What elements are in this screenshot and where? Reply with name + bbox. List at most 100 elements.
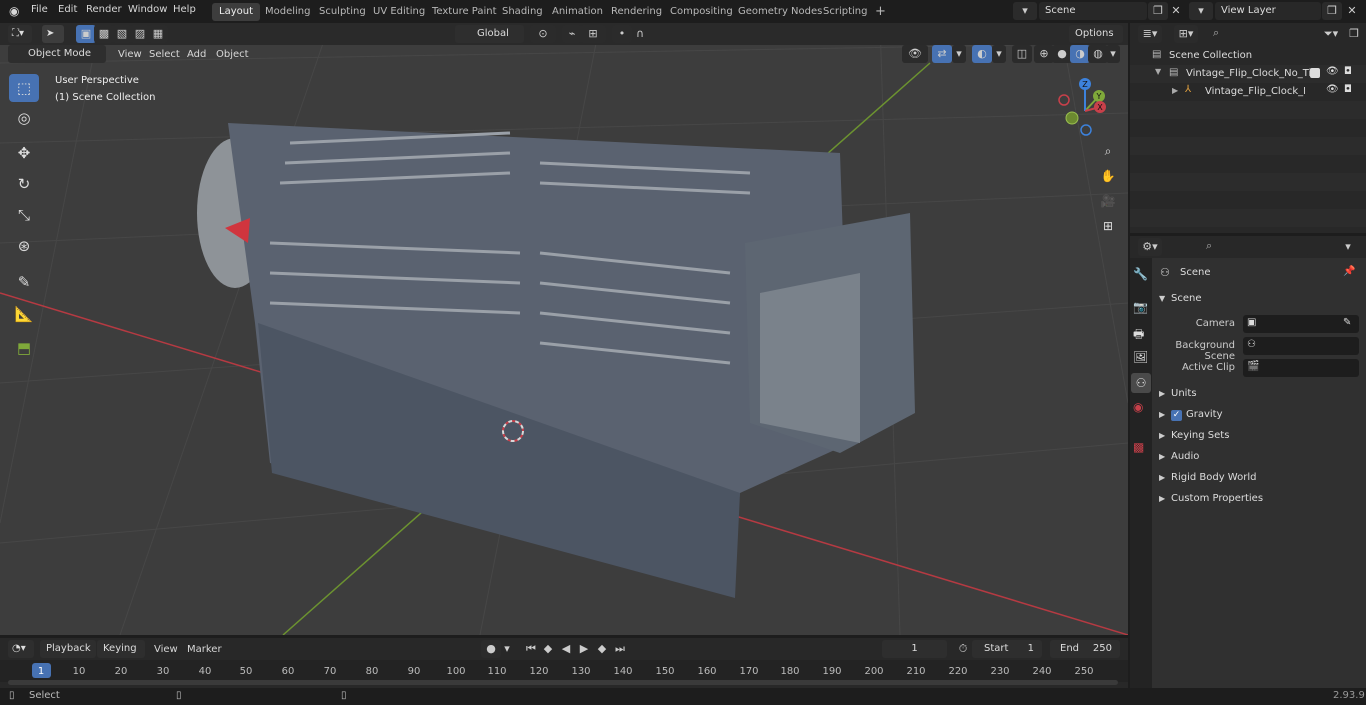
tool-scale-icon[interactable]: ⤡ — [9, 201, 39, 229]
keying-menu[interactable]: Keying — [97, 640, 145, 658]
pivot-point-icon[interactable]: ⊙ — [530, 25, 556, 43]
snap-target-icon[interactable]: ⊞ — [580, 25, 606, 43]
timeline-editor-type-icon[interactable]: ◔▾ — [8, 640, 34, 658]
timeline-menu-marker[interactable]: Marker — [187, 644, 222, 655]
tab-shading[interactable]: Shading — [495, 3, 550, 21]
play-icon[interactable]: ▶ — [574, 640, 594, 658]
editor-type-icon[interactable]: ⛶▾ — [8, 25, 32, 43]
outliner-item[interactable]: ▶ ⅄ Vintage_Flip_Clock_No_T 👁 ◘ — [1130, 83, 1366, 101]
current-frame-input[interactable]: 1 — [882, 640, 947, 658]
properties-editor-type-icon[interactable]: ⚙▾ — [1138, 238, 1162, 256]
panel-audio[interactable]: ▶ Audio — [1153, 447, 1366, 467]
properties-search-input[interactable] — [1198, 238, 1308, 256]
tool-rotate-icon[interactable]: ↻ — [9, 170, 39, 198]
record-icon[interactable]: ● — [481, 640, 501, 658]
shading-dropdown-icon[interactable]: ▾ — [1106, 45, 1120, 63]
tab-uv-editing[interactable]: UV Editing — [366, 3, 432, 21]
tab-sculpting[interactable]: Sculpting — [312, 3, 373, 21]
collapse-chevron-icon[interactable]: ▼ — [1155, 67, 1161, 76]
shading-rendered-icon[interactable]: ◍ — [1088, 45, 1108, 63]
tool-annotate-icon[interactable]: ✎ — [9, 268, 39, 296]
menu-help[interactable]: Help — [173, 4, 196, 15]
menu-edit[interactable]: Edit — [58, 4, 77, 15]
tool-transform-icon[interactable]: ⊛ — [9, 232, 39, 260]
outliner-root-row[interactable]: ▤ Scene Collection — [1130, 47, 1366, 65]
display-mode-icon[interactable]: ⊞▾ — [1174, 25, 1198, 43]
proportional-edit-icon[interactable]: • — [612, 25, 632, 43]
mode-subtract-icon[interactable]: ▧ — [112, 25, 132, 43]
active-clip-field[interactable]: 🎬 — [1243, 359, 1359, 377]
tab-geometry-nodes[interactable]: Geometry Nodes — [731, 3, 829, 21]
panel-units[interactable]: ▶ Units — [1153, 384, 1366, 404]
delete-view-layer-icon[interactable]: ✕ — [1342, 2, 1362, 20]
camera-render-icon[interactable]: ◘ — [1344, 84, 1352, 95]
gravity-checkbox[interactable]: ✓ — [1171, 410, 1182, 421]
gizmo-toggle-icon[interactable]: ⇄ — [932, 45, 952, 63]
view-layer-selector-icon[interactable]: ▾ — [1189, 2, 1213, 20]
select-tool-icon[interactable]: ➤ — [42, 25, 64, 43]
viewport-menu-object[interactable]: Object — [216, 49, 249, 60]
exclude-checkbox[interactable] — [1310, 68, 1320, 78]
visibility-icon[interactable]: 👁 — [902, 45, 928, 63]
panel-custom-properties[interactable]: ▶ Custom Properties — [1153, 489, 1366, 509]
xray-toggle-icon[interactable]: ◫ — [1012, 45, 1032, 63]
transform-orientation-select[interactable]: Global — [455, 25, 524, 43]
end-frame-field[interactable]: End 250 — [1050, 640, 1120, 658]
eyedropper-icon[interactable]: ✎ — [1343, 317, 1351, 328]
menu-window[interactable]: Window — [128, 4, 167, 15]
gizmo-dropdown-icon[interactable]: ▾ — [952, 45, 966, 63]
menu-render[interactable]: Render — [86, 4, 122, 15]
viewport-menu-view[interactable]: View — [118, 49, 142, 60]
eye-icon[interactable]: 👁 — [1326, 84, 1339, 95]
outliner-editor-type-icon[interactable]: ≣▾ — [1138, 25, 1162, 43]
view-layer-input[interactable]: View Layer — [1215, 2, 1321, 20]
scene-selector-icon[interactable]: ▾ — [1013, 2, 1037, 20]
tab-compositing[interactable]: Compositing — [663, 3, 740, 21]
tab-animation[interactable]: Animation — [545, 3, 610, 21]
snap-toggle-icon[interactable]: ⌁ — [562, 25, 582, 43]
falloff-icon[interactable]: ∩ — [630, 25, 650, 43]
timeline-scrollbar[interactable] — [8, 680, 1118, 685]
options-button[interactable]: Options — [1069, 25, 1123, 43]
tab-modeling[interactable]: Modeling — [258, 3, 318, 21]
viewport-menu-select[interactable]: Select — [149, 49, 180, 60]
mode-set-icon[interactable]: ▣ — [76, 25, 96, 43]
camera-field[interactable]: ▣ ✎ — [1243, 315, 1359, 333]
camera-render-icon[interactable]: ◘ — [1344, 66, 1352, 77]
viewport-menu-add[interactable]: Add — [187, 49, 206, 60]
record-dropdown-icon[interactable]: ▾ — [500, 640, 514, 658]
filter-icon[interactable]: ⏷▾ — [1318, 25, 1344, 43]
tab-tool-icon[interactable]: 🔧 — [1133, 267, 1148, 281]
3d-viewport[interactable]: ⛶▾ ➤ ▣ ▩ ▧ ▨ ▦ Global ⊙ ⌁ ⊞ • ∩ Options … — [0, 23, 1128, 635]
playback-menu[interactable]: Playback — [40, 640, 96, 658]
scene-section-header[interactable]: ▼ Scene — [1153, 289, 1366, 309]
shading-material-icon[interactable]: ◑ — [1070, 45, 1090, 63]
tab-world-icon[interactable]: ◉ — [1133, 400, 1143, 414]
mode-extend-icon[interactable]: ▩ — [94, 25, 114, 43]
object-mode-select[interactable]: Object Mode — [8, 45, 106, 63]
new-scene-icon[interactable]: ❐ — [1148, 2, 1168, 20]
tool-measure-icon[interactable]: 📐 — [9, 300, 39, 328]
expand-chevron-icon[interactable]: ▶ — [1172, 86, 1178, 95]
tab-output-icon[interactable]: 🖶 — [1133, 325, 1144, 346]
camera-view-icon[interactable]: 🎥 — [1098, 191, 1118, 211]
tool-add-cube-icon[interactable]: ⬒ — [9, 334, 39, 362]
stopwatch-icon[interactable]: ⏱ — [953, 640, 973, 658]
tool-select-box-icon[interactable]: ⬚ — [9, 74, 39, 102]
new-collection-icon[interactable]: ❐ — [1344, 25, 1364, 43]
eye-icon[interactable]: 👁 — [1326, 66, 1339, 77]
shading-wireframe-icon[interactable]: ⊕ — [1034, 45, 1054, 63]
new-view-layer-icon[interactable]: ❐ — [1322, 2, 1342, 20]
play-reverse-icon[interactable]: ◀ — [556, 640, 576, 658]
tab-rendering[interactable]: Rendering — [604, 3, 669, 21]
outliner-item[interactable]: ▼ ▤ Vintage_Flip_Clock_No_Time_ 👁 ◘ — [1130, 65, 1366, 83]
timeline-menu-view[interactable]: View — [154, 644, 178, 655]
properties-options-icon[interactable]: ▾ — [1338, 238, 1358, 256]
overlay-dropdown-icon[interactable]: ▾ — [992, 45, 1006, 63]
background-scene-field[interactable]: ⚇ — [1243, 337, 1359, 355]
blender-logo-icon[interactable]: ◉ — [9, 4, 19, 18]
zoom-icon[interactable]: ⌕ — [1098, 141, 1118, 161]
menu-file[interactable]: File — [31, 4, 48, 15]
mode-intersect-icon[interactable]: ▦ — [148, 25, 168, 43]
pan-hand-icon[interactable]: ✋ — [1098, 166, 1118, 186]
